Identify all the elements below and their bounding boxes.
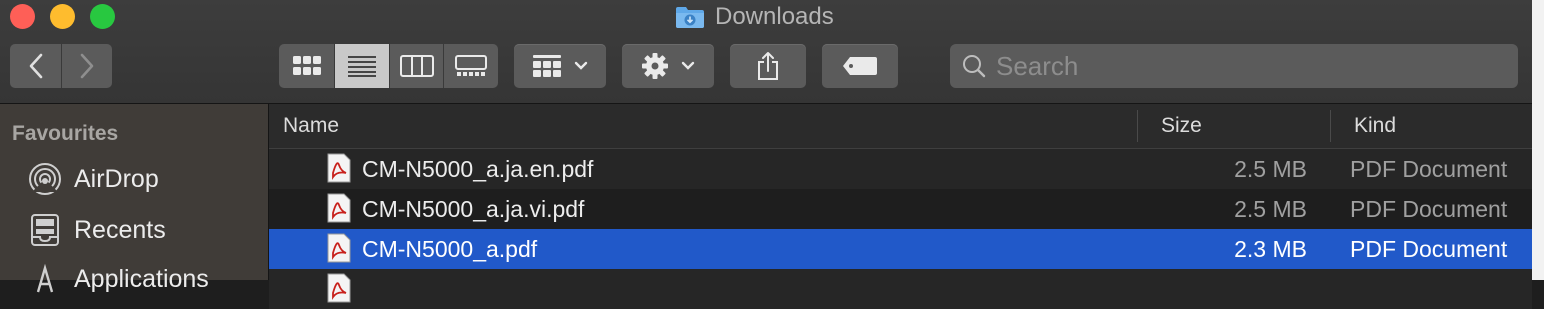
gallery-view-icon [455,55,487,76]
file-name: CM-N5000_a.pdf [362,235,538,262]
file-kind: PDF Document [1350,155,1508,182]
file-kind: PDF Document [1350,195,1508,222]
back-button[interactable] [10,44,62,88]
share-icon [758,52,778,80]
tags-button[interactable] [822,44,898,88]
file-list: Name Size Kind CM-N5000_a.ja.en.pdf 2.5 … [269,104,1532,309]
chevron-down-icon [681,61,695,70]
sidebar-item-recents[interactable]: Recents [28,210,166,250]
chevron-right-icon [80,53,94,79]
action-button[interactable] [622,44,714,88]
file-size: 2.5 MB [1234,195,1307,222]
minimize-window-button[interactable] [50,4,75,29]
column-kind-header[interactable]: Kind [1354,104,1396,148]
icon-view-button[interactable] [279,44,335,88]
column-divider[interactable] [1137,110,1138,142]
list-view-icon [348,56,376,77]
close-window-button[interactable] [10,4,35,29]
column-divider[interactable] [1330,110,1331,142]
file-row[interactable]: CM-N5000_a.ja.en.pdf 2.5 MB PDF Document [269,149,1532,189]
file-row[interactable] [269,269,1532,309]
downloads-folder-icon [676,7,704,28]
sidebar-item-label: Applications [74,264,209,293]
file-size: 2.5 MB [1234,155,1307,182]
column-header: Name Size Kind [269,104,1532,149]
applications-icon [36,263,54,293]
recents-icon [31,214,59,246]
search-input[interactable] [996,50,1496,82]
pdf-file-icon [327,193,351,223]
column-name-header[interactable]: Name [283,104,339,148]
share-button[interactable] [730,44,806,88]
zoom-window-button[interactable] [90,4,115,29]
airdrop-icon [29,163,61,195]
view-mode-control [279,44,498,88]
file-row[interactable]: CM-N5000_a.ja.vi.pdf 2.5 MB PDF Document [269,189,1532,229]
file-size: 2.3 MB [1234,235,1307,262]
column-view-icon [399,55,434,77]
window-toolbar: Downloads [0,0,1532,104]
tag-icon [843,57,877,75]
window-edge [1532,0,1544,280]
file-kind: PDF Document [1350,235,1508,262]
search-field[interactable] [950,44,1518,88]
search-icon [963,55,986,78]
window-title: Downloads [675,2,834,32]
group-grid-icon [533,55,561,77]
window-title-text: Downloads [715,3,834,30]
gallery-view-button[interactable] [444,44,498,88]
forward-button[interactable] [62,44,112,88]
sidebar-heading-favourites: Favourites [12,122,119,145]
list-view-button[interactable] [335,44,390,88]
chevron-down-icon [574,61,588,70]
gear-icon [642,53,668,79]
sidebar-item-applications[interactable]: Applications [28,259,209,299]
pdf-file-icon [327,233,351,263]
group-button[interactable] [514,44,606,88]
nav-buttons [10,44,112,88]
file-name: CM-N5000_a.ja.en.pdf [362,155,594,182]
grid-view-icon [292,56,321,75]
sidebar: Favourites AirDrop Recents Applications [0,104,269,293]
column-view-button[interactable] [390,44,444,88]
chevron-left-icon [29,53,42,79]
sidebar-item-label: Recents [74,215,166,244]
column-size-header[interactable]: Size [1161,104,1202,148]
sidebar-item-airdrop[interactable]: AirDrop [28,159,159,199]
sidebar-item-label: AirDrop [74,164,159,193]
pdf-file-icon [327,153,351,183]
file-row-selected[interactable]: CM-N5000_a.pdf 2.3 MB PDF Document [269,229,1532,269]
pdf-file-icon [327,273,351,303]
file-name: CM-N5000_a.ja.vi.pdf [362,195,585,222]
